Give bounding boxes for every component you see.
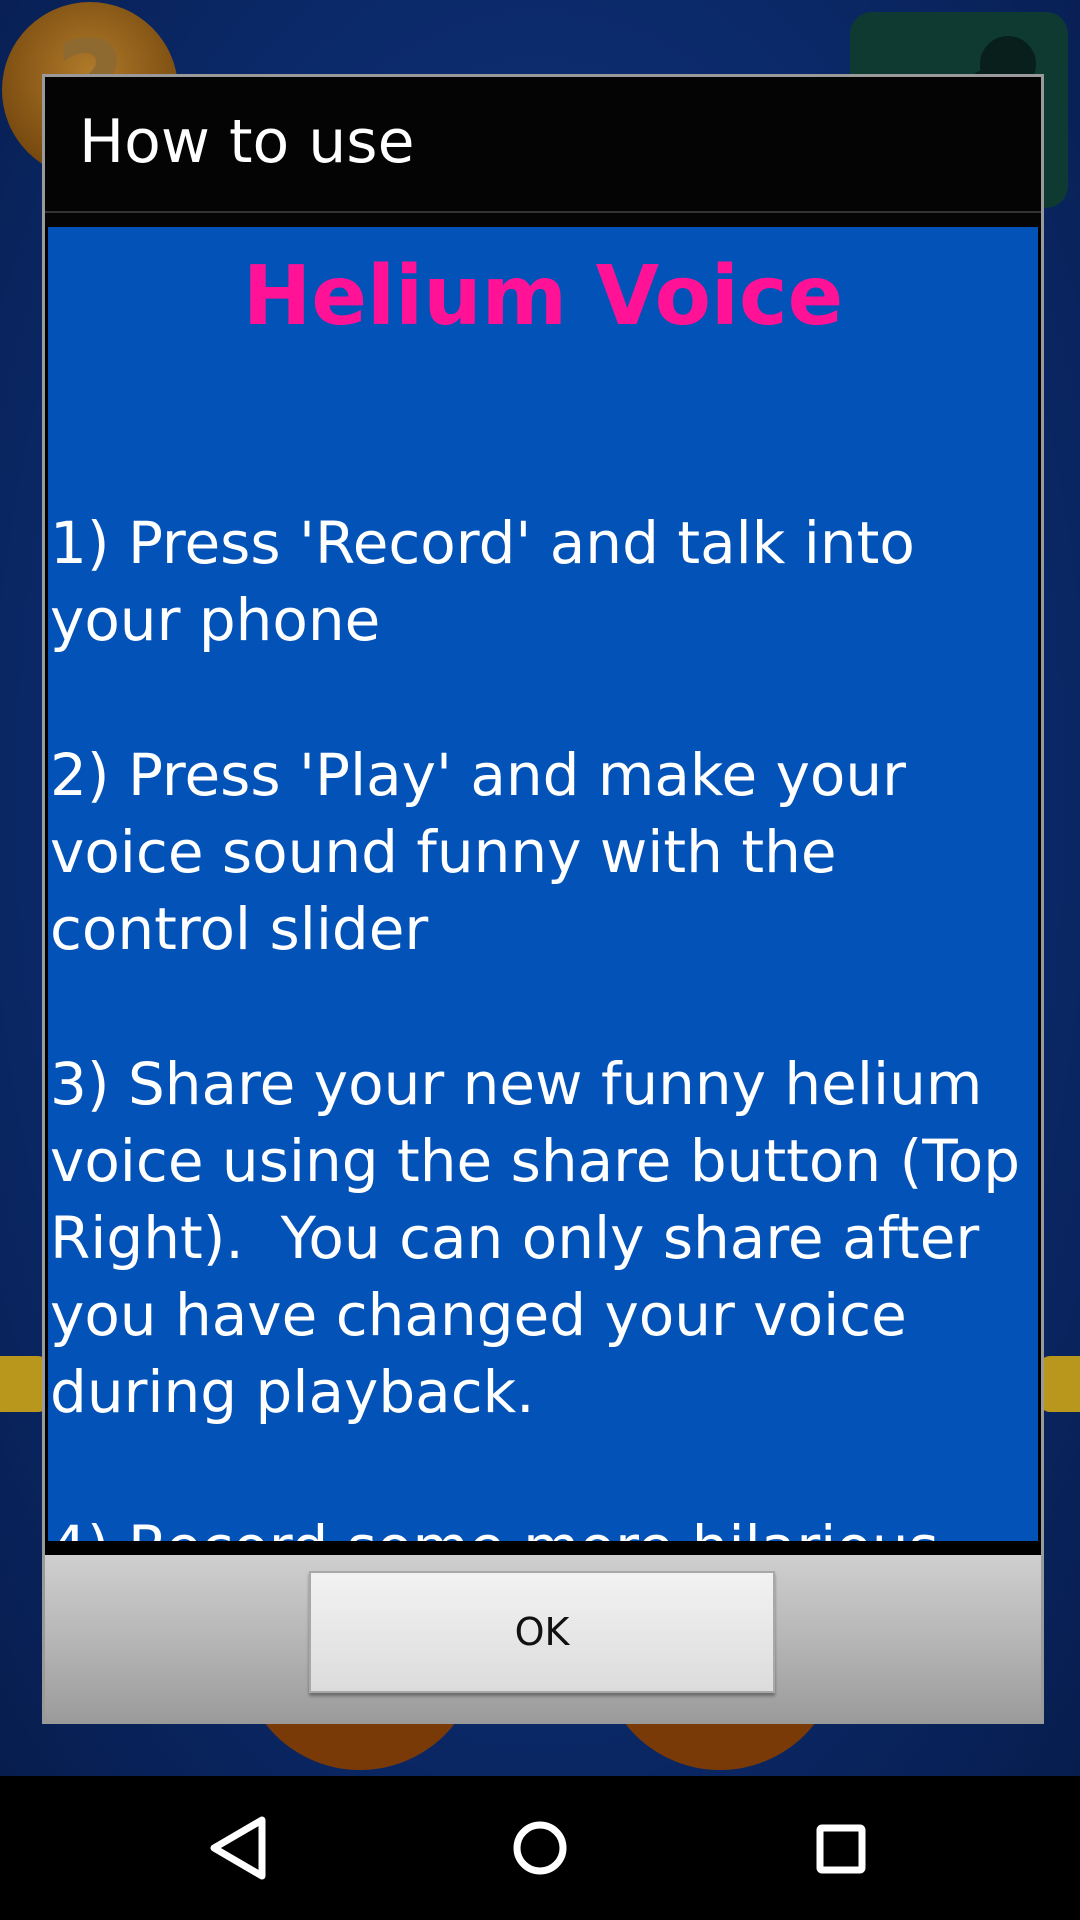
instruction-step-2: 2) Press 'Play' and make your voice soun… <box>50 741 925 963</box>
slider-track-left <box>0 1356 48 1412</box>
instruction-step-4: 4) Record some more hilarious <box>50 1509 1038 1541</box>
instructions-list: 1) Press 'Record' and talk into your pho… <box>50 505 1038 1541</box>
recent-apps-square-icon <box>816 1824 866 1874</box>
back-button[interactable] <box>190 1798 290 1898</box>
dialog-button-bar: OK <box>45 1555 1041 1721</box>
back-triangle-icon <box>210 1816 266 1880</box>
home-circle-icon <box>513 1821 567 1875</box>
ok-button[interactable]: OK <box>309 1571 775 1693</box>
dialog-title-bar: How to use <box>45 77 1041 211</box>
instruction-step-3: 3) Share your new funny helium voice usi… <box>50 1050 1038 1426</box>
instruction-step-1: 1) Press 'Record' and talk into your pho… <box>50 509 934 654</box>
dialog-content-scroll[interactable]: Helium Voice 1) Press 'Record' and talk … <box>48 227 1038 1541</box>
slider-track-right <box>1040 1356 1080 1412</box>
app-name-heading: Helium Voice <box>242 249 844 344</box>
recent-apps-button[interactable] <box>790 1798 890 1898</box>
system-navigation-bar <box>0 1776 1080 1920</box>
title-divider <box>45 211 1041 227</box>
home-button[interactable] <box>490 1798 590 1898</box>
how-to-use-dialog: How to use Helium Voice 1) Press 'Record… <box>42 74 1044 1724</box>
dialog-title: How to use <box>79 107 415 177</box>
content-bottom-divider <box>45 1541 1041 1555</box>
